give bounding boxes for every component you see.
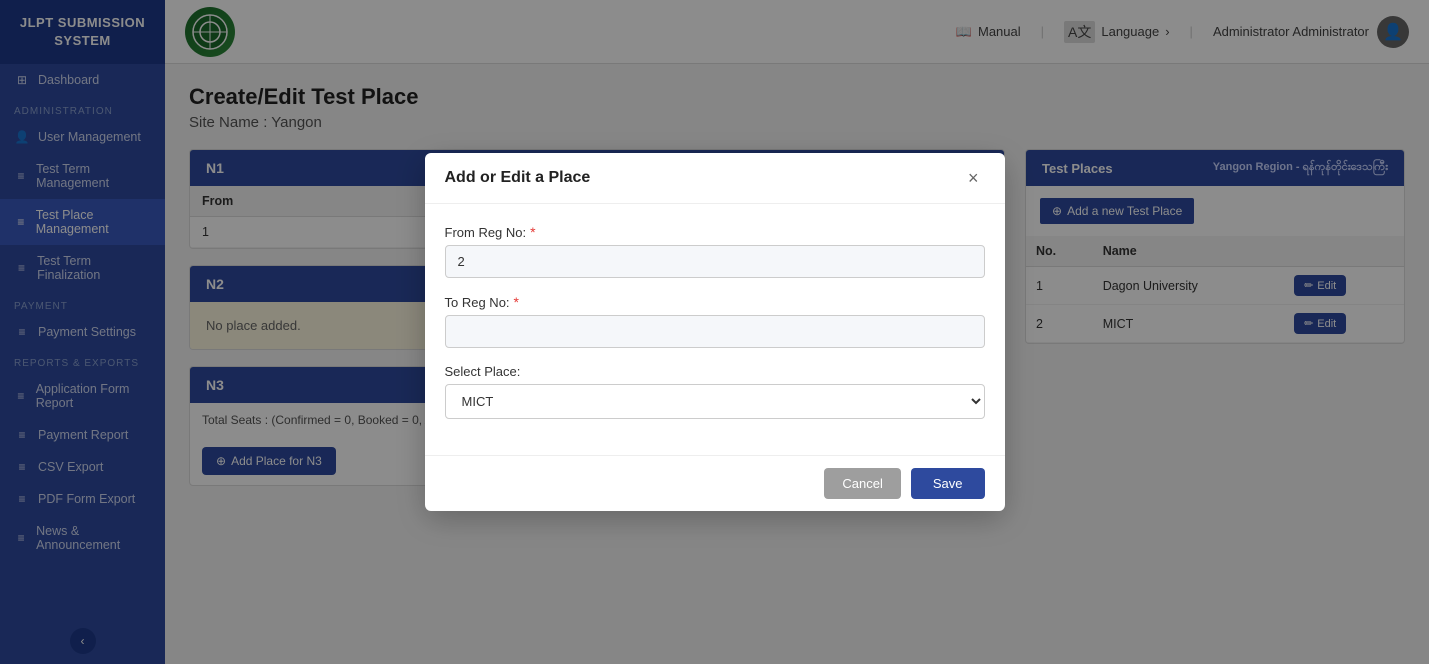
select-place-group: Select Place: MICT Dagon University xyxy=(445,364,985,419)
from-reg-no-group: From Reg No: * xyxy=(445,224,985,278)
modal-footer: Cancel Save xyxy=(425,455,1005,511)
modal-dialog: Add or Edit a Place × From Reg No: * To … xyxy=(425,153,1005,511)
modal-close-button[interactable]: × xyxy=(962,167,985,189)
save-button[interactable]: Save xyxy=(911,468,985,499)
from-reg-no-label: From Reg No: * xyxy=(445,224,985,240)
select-place-label: Select Place: xyxy=(445,364,985,379)
from-reg-no-input[interactable] xyxy=(445,245,985,278)
required-star-2: * xyxy=(514,294,519,310)
to-reg-no-input[interactable] xyxy=(445,315,985,348)
to-reg-no-label: To Reg No: * xyxy=(445,294,985,310)
cancel-button[interactable]: Cancel xyxy=(824,468,900,499)
modal-header: Add or Edit a Place × xyxy=(425,153,1005,204)
select-place-dropdown[interactable]: MICT Dagon University xyxy=(445,384,985,419)
modal-title: Add or Edit a Place xyxy=(445,169,591,187)
modal-overlay[interactable]: Add or Edit a Place × From Reg No: * To … xyxy=(0,0,1429,664)
modal-body: From Reg No: * To Reg No: * Select Place… xyxy=(425,204,1005,455)
to-reg-no-group: To Reg No: * xyxy=(445,294,985,348)
required-star: * xyxy=(530,224,535,240)
